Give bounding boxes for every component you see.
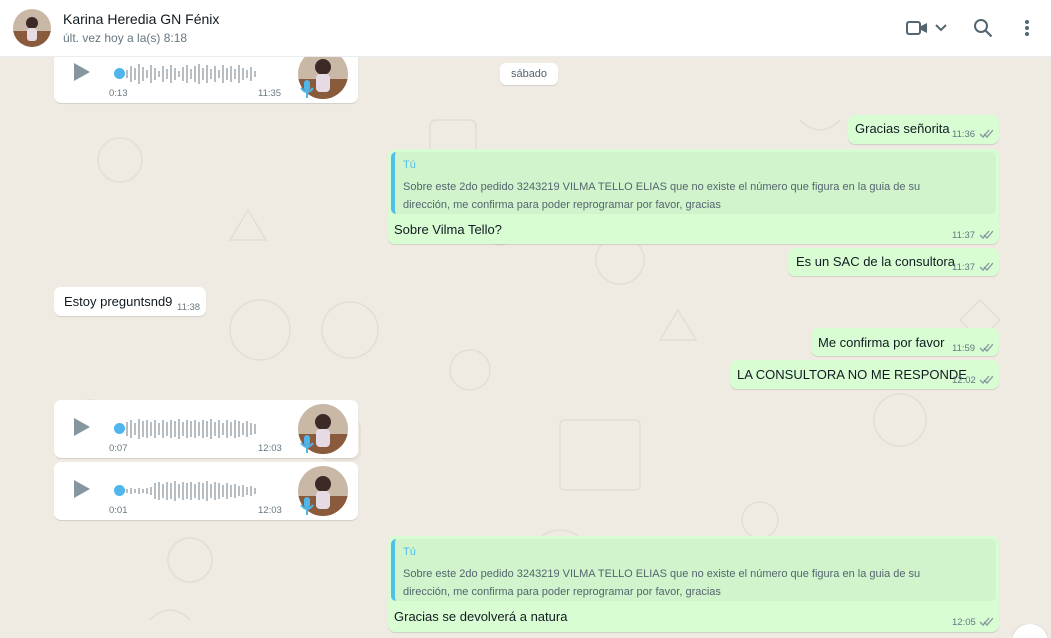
- video-call-icon[interactable]: [906, 14, 928, 42]
- quote-author: Tú: [403, 546, 416, 558]
- double-check-icon: [979, 129, 993, 138]
- message-time: 11:37: [952, 262, 976, 273]
- menu-dots-icon[interactable]: [1018, 14, 1036, 42]
- play-icon[interactable]: [72, 478, 92, 505]
- outgoing-message[interactable]: LA CONSULTORA NO ME RESPONDE 12:02: [730, 360, 999, 389]
- outgoing-message[interactable]: Gracias señorita 11:36: [848, 115, 999, 144]
- double-check-icon: [979, 343, 993, 352]
- voice-message: 0:01 12:03: [54, 462, 358, 520]
- play-icon[interactable]: [72, 416, 92, 443]
- message-text: Es un SAC de la consultora: [796, 254, 955, 269]
- audio-waveform[interactable]: [124, 414, 264, 444]
- play-icon[interactable]: [72, 61, 92, 88]
- quoted-message[interactable]: Tú Sobre este 2do pedido 3243219 VILMA T…: [391, 539, 996, 601]
- message-text: Gracias se devolverá a natura: [394, 609, 568, 624]
- message-time: 12:02: [952, 375, 976, 386]
- microphone-icon: [300, 496, 314, 521]
- message-text: Sobre Vilma Tello?: [394, 222, 502, 237]
- message-text: LA CONSULTORA NO ME RESPONDE: [737, 367, 967, 382]
- contact-name[interactable]: Karina Heredia GN Fénix: [63, 11, 219, 27]
- outgoing-message[interactable]: Me confirma por favor 11:59: [811, 328, 999, 356]
- quote-text: Sobre este 2do pedido 3243219 VILMA TELL…: [403, 568, 921, 598]
- voice-duration: 0:01: [109, 505, 128, 516]
- contact-last-seen: últ. vez hoy a la(s) 8:18: [63, 31, 188, 45]
- audio-waveform[interactable]: [124, 59, 264, 89]
- double-check-icon: [979, 230, 993, 239]
- outgoing-message[interactable]: Tú Sobre este 2do pedido 3243219 VILMA T…: [388, 536, 999, 632]
- chat-header: Karina Heredia GN Fénix últ. vez hoy a l…: [0, 0, 1051, 57]
- quoted-message[interactable]: Tú Sobre este 2do pedido 3243219 VILMA T…: [391, 152, 996, 214]
- quote-author: Tú: [403, 159, 416, 171]
- microphone-icon: [300, 79, 314, 104]
- message-text: Me confirma por favor: [818, 335, 945, 350]
- outgoing-message[interactable]: Tú Sobre este 2do pedido 3243219 VILMA T…: [388, 149, 999, 244]
- date-separator: sábado: [500, 63, 558, 85]
- scroll-to-bottom-button[interactable]: [1012, 624, 1048, 638]
- double-check-icon: [979, 262, 993, 271]
- contact-avatar[interactable]: [13, 9, 51, 47]
- voice-duration: 0:13: [109, 88, 128, 99]
- message-time: 11:36: [952, 129, 976, 140]
- message-time: 12:03: [258, 443, 282, 454]
- message-time: 11:37: [952, 230, 976, 241]
- message-time: 12:03: [258, 505, 282, 516]
- message-time: 12:05: [952, 617, 976, 628]
- voice-duration: 0:07: [109, 443, 128, 454]
- quote-text: Sobre este 2do pedido 3243219 VILMA TELL…: [403, 181, 921, 211]
- incoming-message[interactable]: Estoy preguntsnd9 11:38: [54, 287, 206, 316]
- microphone-icon: [300, 434, 314, 459]
- message-time: 11:38: [177, 302, 201, 313]
- message-text: Gracias señorita: [855, 121, 950, 136]
- message-text: Estoy preguntsnd9: [64, 294, 173, 309]
- voice-message: 0:07 12:03: [54, 400, 358, 458]
- audio-waveform[interactable]: [124, 476, 264, 506]
- double-check-icon: [979, 617, 993, 626]
- message-time: 11:35: [258, 88, 282, 99]
- chevron-down-icon[interactable]: [932, 14, 950, 42]
- double-check-icon: [979, 375, 993, 384]
- search-icon[interactable]: [971, 14, 995, 42]
- outgoing-message[interactable]: Es un SAC de la consultora 11:37: [788, 248, 999, 276]
- message-time: 11:59: [952, 343, 976, 354]
